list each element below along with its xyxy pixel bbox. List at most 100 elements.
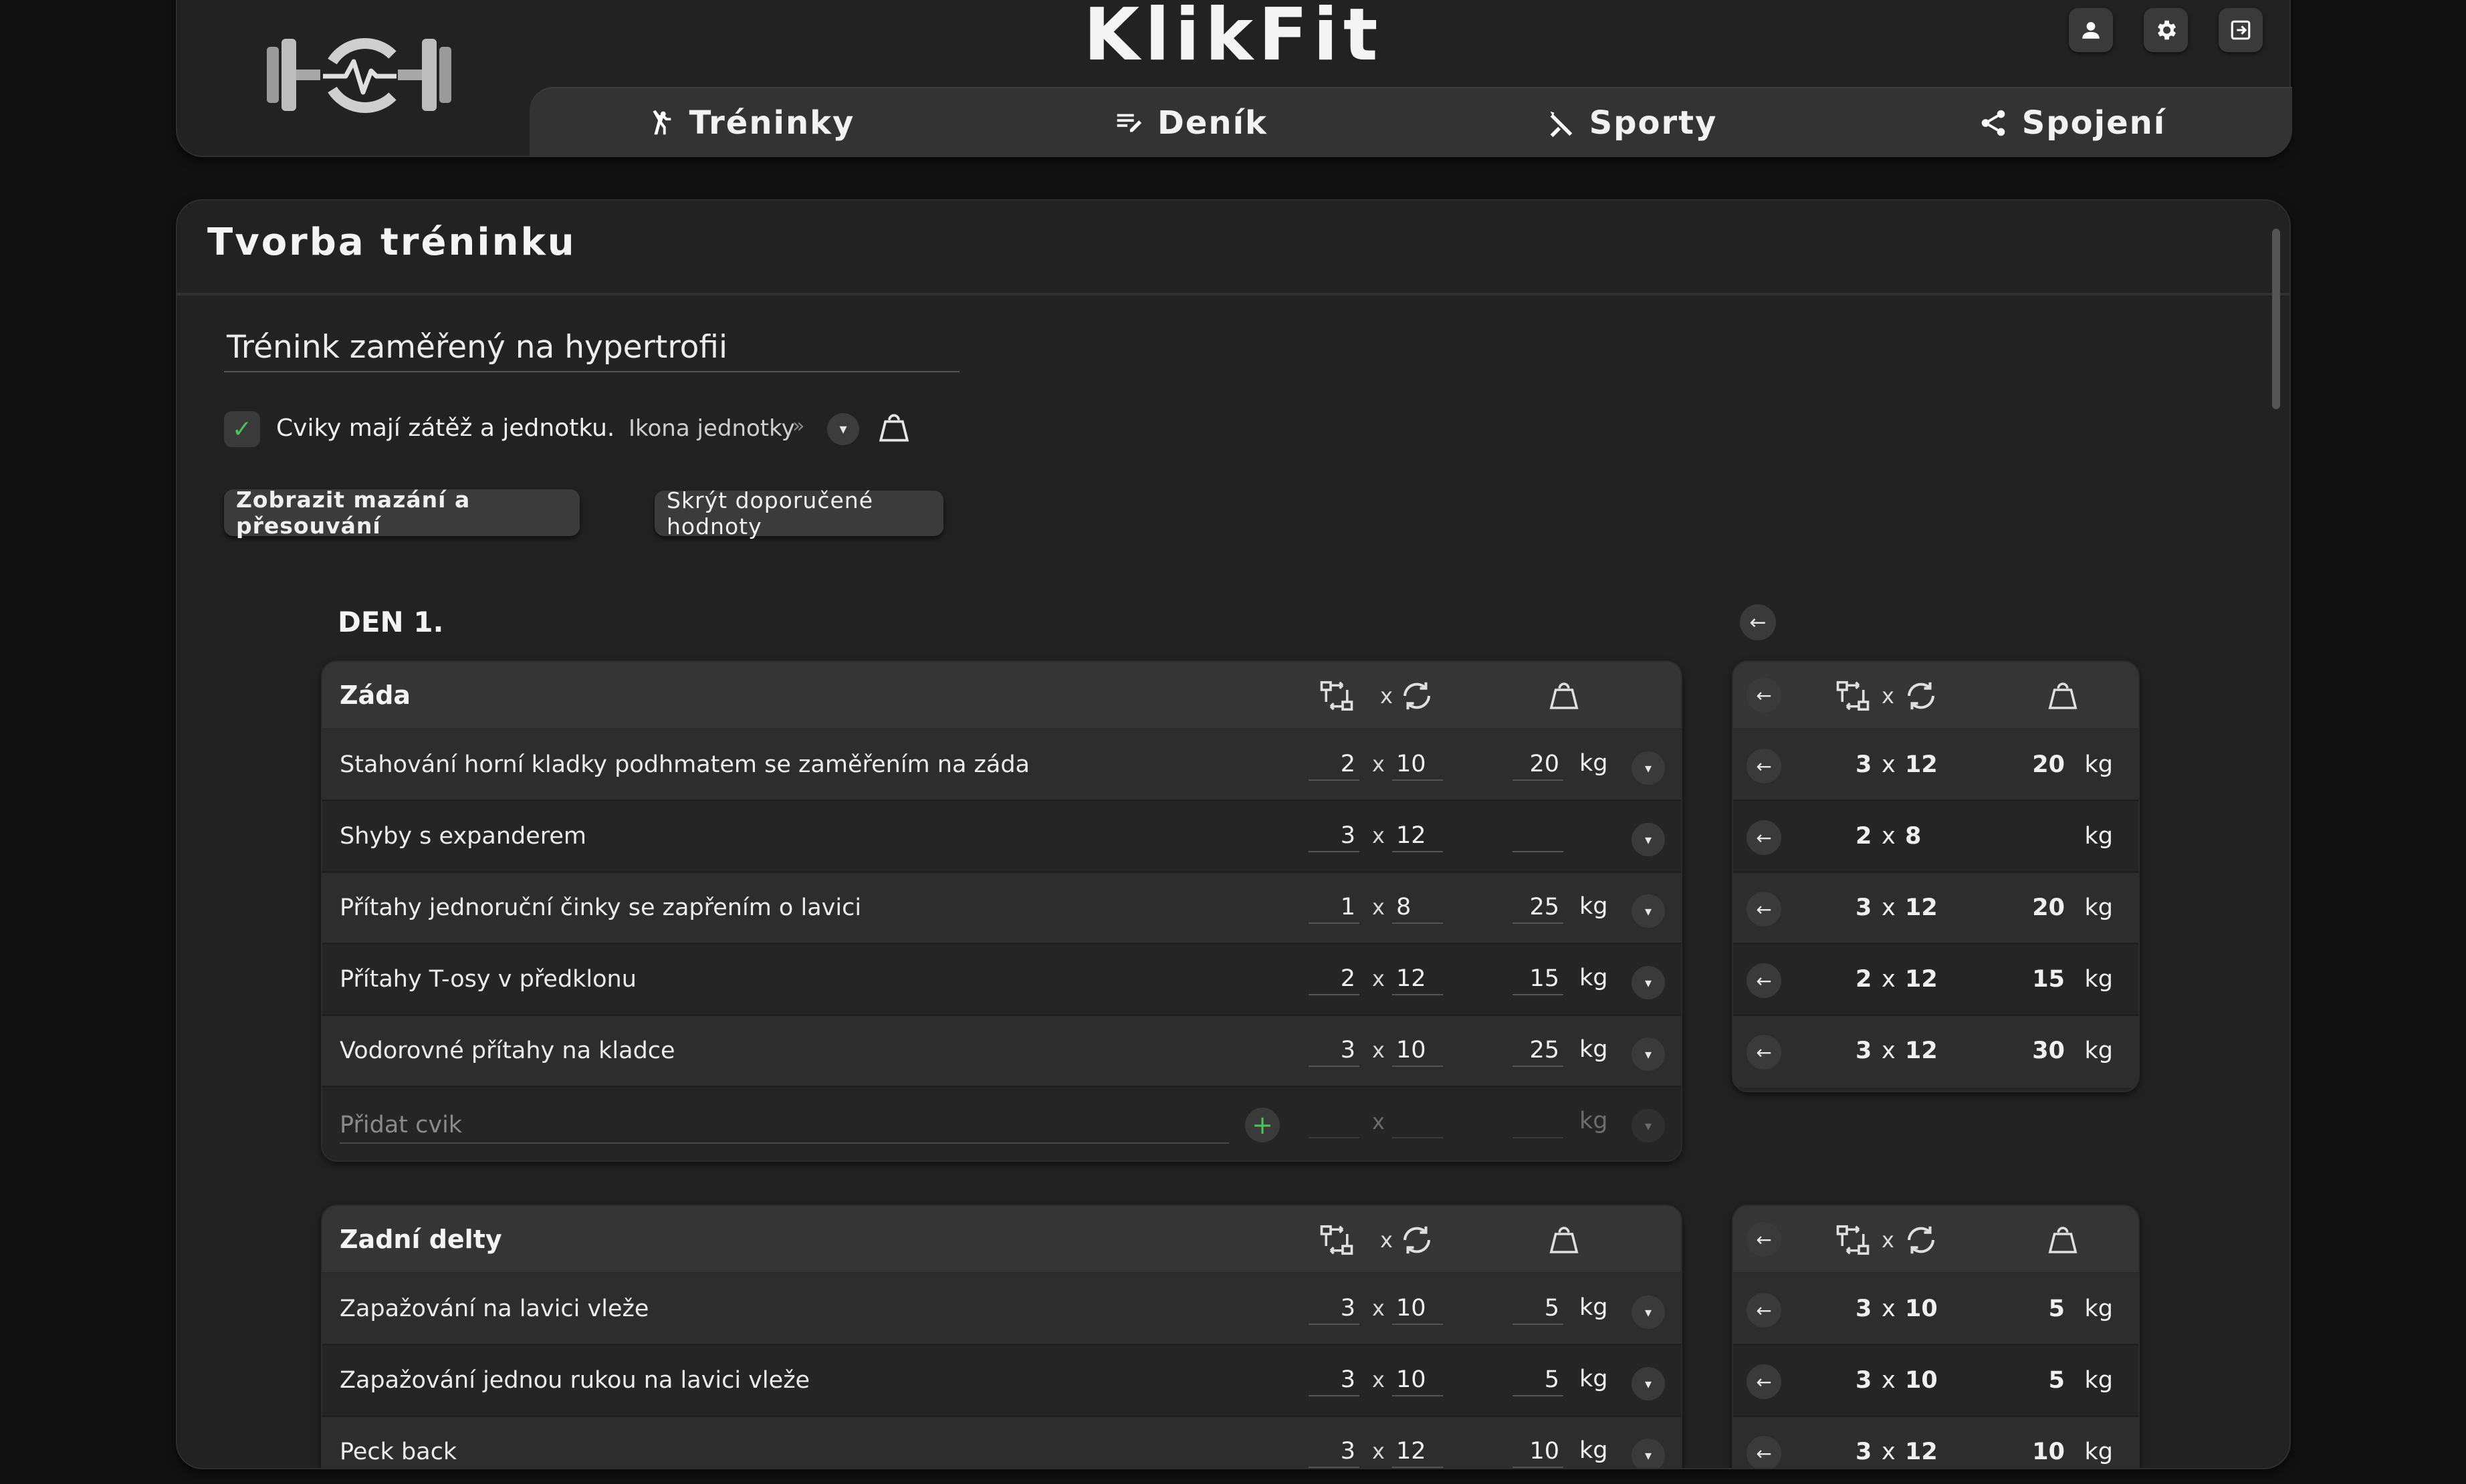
- apply-recommended-arrow-icon[interactable]: ←: [1747, 820, 1781, 855]
- reps-input[interactable]: 8: [1392, 890, 1443, 924]
- repeat-icon: [1403, 682, 1431, 710]
- row-menu-dropdown[interactable]: ▾: [1632, 1037, 1665, 1071]
- reps-input[interactable]: 12: [1392, 1435, 1443, 1468]
- apply-recommended-arrow-icon[interactable]: ←: [1747, 1436, 1781, 1468]
- row-menu-dropdown[interactable]: ▾: [1632, 966, 1665, 999]
- sets-input[interactable]: 3: [1309, 1435, 1359, 1468]
- new-sets-input[interactable]: [1309, 1105, 1359, 1138]
- exercise-row: Zapažování na lavici vleže 3 x 10 5 kg ▾: [322, 1274, 1681, 1346]
- weight-input[interactable]: 5: [1512, 1363, 1563, 1396]
- weight-input[interactable]: [1512, 819, 1563, 852]
- group-header: Záda x: [322, 662, 1681, 730]
- nav-label: Tréninky: [689, 104, 855, 142]
- weight-input[interactable]: 25: [1512, 890, 1563, 924]
- rec-unit: kg: [2084, 1439, 2114, 1465]
- nav-item-spojeni[interactable]: Spojení: [1852, 88, 2292, 157]
- back-arrow-icon[interactable]: ←: [1747, 1222, 1781, 1257]
- training-name-input[interactable]: Trénink zaměřený na hypertrofii: [224, 324, 960, 372]
- exercise-name[interactable]: Přítahy jednoruční činky se zapřením o l…: [340, 894, 861, 921]
- exercise-row: Stahování horní kladky podhmatem se zamě…: [322, 730, 1681, 801]
- reps-input[interactable]: 10: [1392, 1291, 1443, 1325]
- reps-input[interactable]: 10: [1392, 1363, 1443, 1396]
- add-exercise-plus-icon[interactable]: +: [1245, 1108, 1280, 1142]
- row-menu-dropdown[interactable]: ▾: [1632, 823, 1665, 856]
- user-icon[interactable]: [2069, 8, 2113, 52]
- recommended-row: ← 3 x 10 5 kg: [1733, 1274, 2138, 1346]
- reps-input[interactable]: 12: [1392, 819, 1443, 852]
- group-title: Záda: [340, 681, 411, 710]
- nav-item-sporty[interactable]: Sporty: [1411, 88, 1852, 157]
- sets-input[interactable]: 2: [1309, 962, 1359, 995]
- nav-label: Deník: [1157, 104, 1268, 142]
- rec-reps: 8: [1905, 823, 1922, 850]
- exercise-group-card: Zadní delty x Zapažování na lavici vleže…: [321, 1205, 1682, 1468]
- exercise-name[interactable]: Shyby s expanderem: [340, 823, 586, 850]
- weight-unit-checkbox[interactable]: ✓: [224, 411, 260, 447]
- row-menu-dropdown[interactable]: ▾: [1632, 1367, 1665, 1400]
- x-separator: x: [1372, 1109, 1385, 1134]
- back-arrow-icon[interactable]: ←: [1747, 678, 1781, 713]
- weight-input[interactable]: 20: [1512, 747, 1563, 781]
- recommended-row: ← 3 x 12 20 kg: [1733, 873, 2138, 945]
- weight-input[interactable]: 5: [1512, 1291, 1563, 1325]
- settings-gear-icon[interactable]: [2144, 8, 2188, 52]
- new-reps-input[interactable]: [1392, 1105, 1443, 1138]
- sets-input[interactable]: 1: [1309, 890, 1359, 924]
- weight-icon: [1549, 1227, 1579, 1253]
- rec-unit: kg: [2084, 823, 2114, 850]
- exercise-name[interactable]: Zapažování na lavici vleže: [340, 1295, 649, 1322]
- show-delete-move-button[interactable]: Zobrazit mazání a přesouvání: [224, 487, 580, 539]
- apply-recommended-arrow-icon[interactable]: ←: [1747, 1293, 1781, 1328]
- apply-recommended-arrow-icon[interactable]: ←: [1747, 1035, 1781, 1070]
- x-separator: x: [1882, 1037, 1896, 1064]
- exercise-name[interactable]: Zapažování jednou rukou na lavici vleže: [340, 1367, 810, 1394]
- logout-icon[interactable]: [2219, 8, 2263, 52]
- nav-item-denik[interactable]: Deník: [970, 88, 1411, 157]
- recommended-header: ← x: [1733, 662, 2138, 730]
- weight-input[interactable]: 15: [1512, 962, 1563, 995]
- apply-recommended-arrow-icon[interactable]: ←: [1747, 1364, 1781, 1399]
- recommended-row: ← 3 x 12 10 kg: [1733, 1417, 2138, 1468]
- apply-recommended-arrow-icon[interactable]: ←: [1747, 963, 1781, 998]
- apply-recommended-arrow-icon[interactable]: ←: [1747, 749, 1781, 783]
- rec-weight: 30: [2032, 1037, 2065, 1064]
- exercise-name[interactable]: Přítahy T-osy v předklonu: [340, 966, 637, 993]
- reps-input[interactable]: 12: [1392, 962, 1443, 995]
- rec-sets: 3: [1856, 1295, 1872, 1322]
- exercise-name[interactable]: Vodorovné přítahy na kladce: [340, 1037, 675, 1064]
- x-separator: x: [1372, 823, 1385, 848]
- day-label: DEN 1.: [338, 606, 444, 638]
- add-exercise-row: Přidat cvik + x kg ▾: [322, 1088, 1681, 1159]
- scrollbar[interactable]: [2272, 229, 2280, 409]
- recommended-row: ← 3 x 10 5 kg: [1733, 1346, 2138, 1417]
- apply-recommended-arrow-icon[interactable]: ←: [1747, 892, 1781, 926]
- exercise-name[interactable]: Stahování horní kladky podhmatem se zamě…: [340, 751, 1030, 778]
- sets-input[interactable]: 3: [1309, 1033, 1359, 1067]
- row-menu-dropdown[interactable]: ▾: [1632, 1439, 1665, 1468]
- sets-input[interactable]: 3: [1309, 819, 1359, 852]
- row-menu-dropdown[interactable]: ▾: [1632, 1109, 1665, 1142]
- back-arrow-icon[interactable]: ←: [1740, 604, 1776, 640]
- row-menu-dropdown[interactable]: ▾: [1632, 894, 1665, 928]
- weight-input[interactable]: 10: [1512, 1435, 1563, 1468]
- reps-input[interactable]: 10: [1392, 747, 1443, 781]
- kettlebell-weight-icon: [875, 409, 913, 447]
- sets-input[interactable]: 2: [1309, 747, 1359, 781]
- sets-input[interactable]: 3: [1309, 1291, 1359, 1325]
- x-separator: x: [1372, 966, 1385, 991]
- new-weight-input[interactable]: [1512, 1105, 1563, 1138]
- row-menu-dropdown[interactable]: ▾: [1632, 751, 1665, 785]
- repeat-icon: [1907, 682, 1935, 710]
- reps-input[interactable]: 10: [1392, 1033, 1443, 1067]
- nav-item-treninky[interactable]: Tréninky: [530, 88, 970, 157]
- unit-icon-dropdown[interactable]: ▾: [827, 413, 859, 445]
- x-separator: x: [1372, 1037, 1385, 1063]
- row-menu-dropdown[interactable]: ▾: [1632, 1295, 1665, 1329]
- hide-recommended-button[interactable]: Skrýt doporučené hodnoty: [655, 487, 943, 539]
- add-exercise-input[interactable]: Přidat cvik: [340, 1106, 1229, 1144]
- exercise-name[interactable]: Peck back: [340, 1439, 457, 1465]
- weight-input[interactable]: 25: [1512, 1033, 1563, 1067]
- sets-input[interactable]: 3: [1309, 1363, 1359, 1396]
- sets-icon: [1836, 681, 1870, 711]
- edit-list-icon: [1117, 114, 1142, 132]
